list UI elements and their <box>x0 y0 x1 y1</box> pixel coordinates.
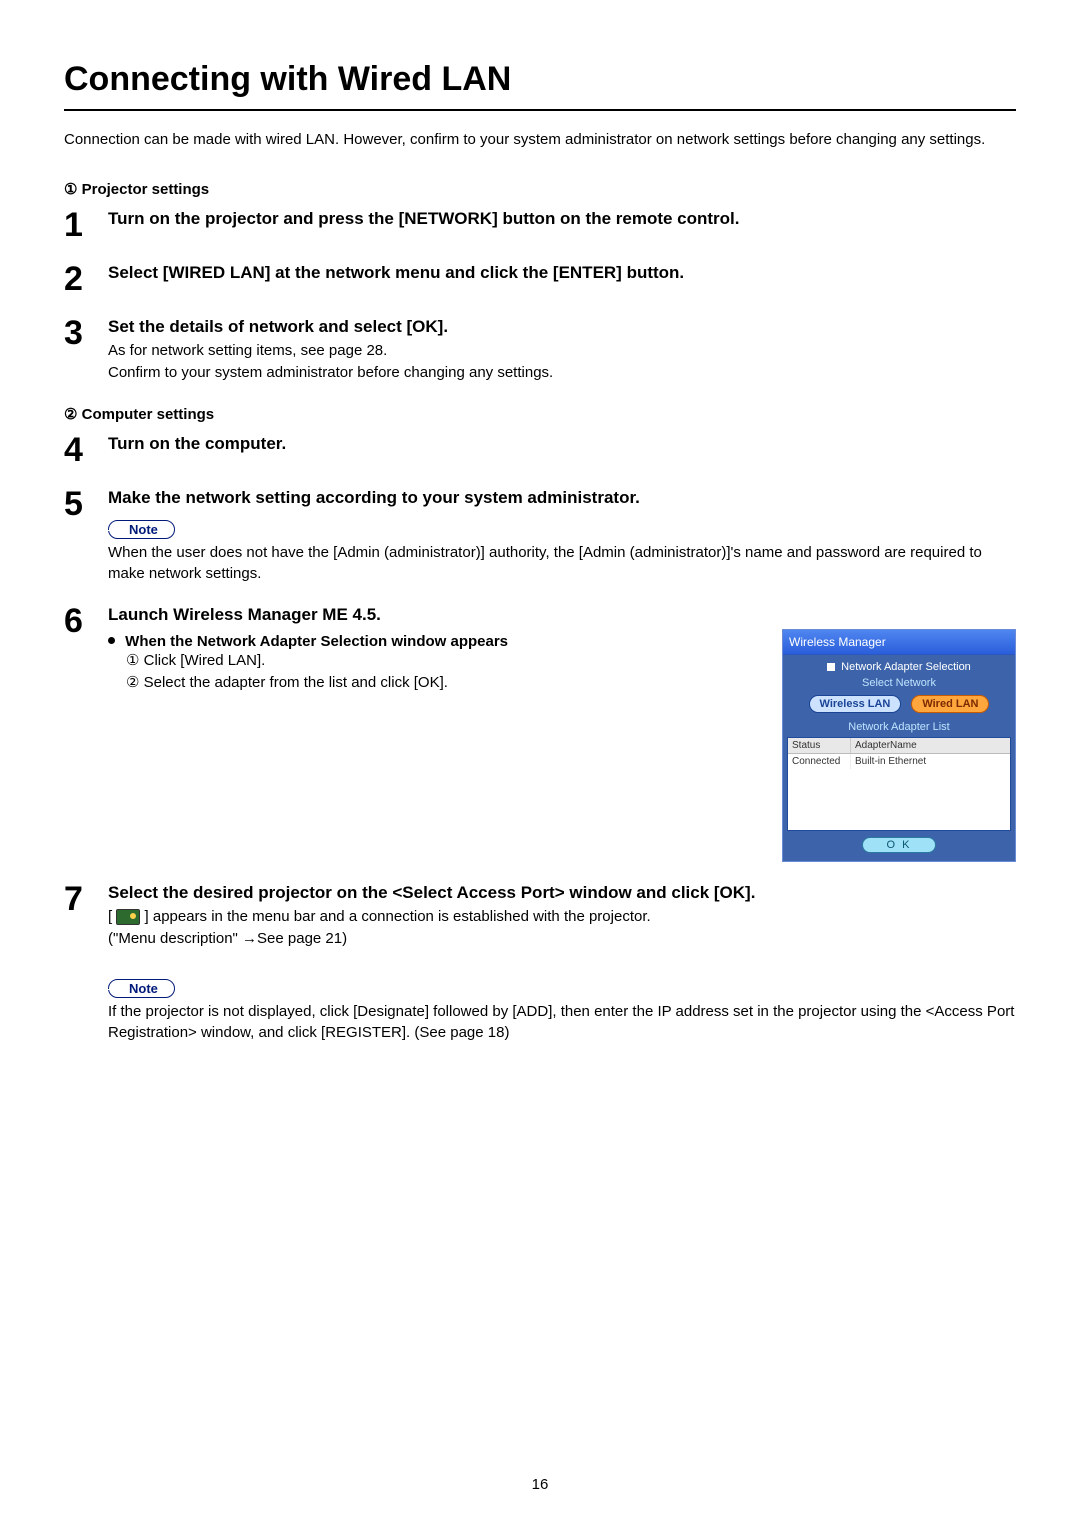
step-number: 5 <box>64 485 108 521</box>
sub-list-item: ② Select the adapter from the list and c… <box>126 672 762 695</box>
ok-row: O K <box>787 831 1011 857</box>
cell-adapter-name: Built-in Ethernet <box>851 754 1010 769</box>
inline-text: ] appears in the menu bar and a connecti… <box>145 908 651 925</box>
step-subtext: Confirm to your system administrator bef… <box>108 363 1016 383</box>
step-heading: Select [WIRED LAN] at the network menu a… <box>108 262 1016 285</box>
step-heading: Make the network setting according to yo… <box>108 487 1016 510</box>
table-header: Status AdapterName <box>788 738 1010 754</box>
step-number: 6 <box>64 602 108 638</box>
page-title: Connecting with Wired LAN <box>64 60 1016 111</box>
cell-status: Connected <box>788 754 851 769</box>
square-icon <box>827 663 835 671</box>
step-subtext: As for network setting items, see page 2… <box>108 341 1016 361</box>
col-adapter-name: AdapterName <box>851 738 1010 753</box>
step-body: Launch Wireless Manager ME 4.5. When the… <box>108 602 1016 862</box>
note-text: When the user does not have the [Admin (… <box>108 543 1016 584</box>
step-body: Make the network setting according to yo… <box>108 485 1016 583</box>
step-number: 1 <box>64 206 108 242</box>
tab-wired-lan[interactable]: Wired LAN <box>911 695 989 713</box>
step-5: 5 Make the network setting according to … <box>64 485 1016 583</box>
window-header-text: Network Adapter Selection <box>841 661 971 673</box>
step-6: 6 Launch Wireless Manager ME 4.5. When t… <box>64 602 1016 862</box>
window-titlebar: Wireless Manager <box>783 630 1015 655</box>
step-number: 4 <box>64 431 108 467</box>
step-number: 7 <box>64 880 108 916</box>
step-body: Select the desired projector on the <Sel… <box>108 880 1016 1043</box>
adapter-list-label: Network Adapter List <box>787 719 1011 737</box>
step-heading: Launch Wireless Manager ME 4.5. <box>108 604 1016 627</box>
wireless-manager-window: Wireless Manager Network Adapter Selecti… <box>782 629 1016 862</box>
intro-text: Connection can be made with wired LAN. H… <box>64 129 1016 150</box>
section-computer-settings: ② Computer settings <box>64 405 1016 423</box>
section-projector-settings: ① Projector settings <box>64 180 1016 198</box>
col-status: Status <box>788 738 851 753</box>
sub-list: ① Click [Wired LAN]. ② Select the adapte… <box>126 650 762 695</box>
step-7: 7 Select the desired projector on the <S… <box>64 880 1016 1043</box>
step-number: 2 <box>64 260 108 296</box>
note-label: Note <box>108 979 175 998</box>
page-number: 16 <box>0 1476 1080 1493</box>
note-text: If the projector is not displayed, click… <box>108 1002 1016 1043</box>
select-network-label: Select Network <box>787 677 1011 693</box>
bullet-icon <box>108 637 115 644</box>
step-heading: Turn on the projector and press the [NET… <box>108 208 1016 231</box>
table-row[interactable]: Connected Built-in Ethernet <box>788 754 1010 769</box>
sub-list-item: ① Click [Wired LAN]. <box>126 650 762 673</box>
bullet-heading-text: When the Network Adapter Selection windo… <box>125 633 508 650</box>
step6-left: When the Network Adapter Selection windo… <box>108 627 762 862</box>
tab-wireless-lan[interactable]: Wireless LAN <box>809 695 902 713</box>
step-number: 3 <box>64 314 108 350</box>
step-subtext: [ ] appears in the menu bar and a connec… <box>108 907 1016 927</box>
bullet-heading: When the Network Adapter Selection windo… <box>108 633 762 650</box>
step-body: Turn on the projector and press the [NET… <box>108 206 1016 231</box>
step-3: 3 Set the details of network and select … <box>64 314 1016 383</box>
ok-button[interactable]: O K <box>862 837 937 853</box>
step-2: 2 Select [WIRED LAN] at the network menu… <box>64 260 1016 296</box>
window-header-row: Network Adapter Selection <box>787 659 1011 677</box>
menubar-connection-icon <box>116 909 140 925</box>
step-heading: Set the details of network and select [O… <box>108 316 1016 339</box>
step6-columns: When the Network Adapter Selection windo… <box>108 627 1016 862</box>
step-body: Select [WIRED LAN] at the network menu a… <box>108 260 1016 285</box>
network-tabs: Wireless LAN Wired LAN <box>787 693 1011 719</box>
inline-text: [ <box>108 908 112 925</box>
window-body: Network Adapter Selection Select Network… <box>783 655 1015 861</box>
step-body: Turn on the computer. <box>108 431 1016 456</box>
note-label: Note <box>108 520 175 539</box>
step-1: 1 Turn on the projector and press the [N… <box>64 206 1016 242</box>
page: Connecting with Wired LAN Connection can… <box>0 0 1080 1527</box>
step-heading: Turn on the computer. <box>108 433 1016 456</box>
adapter-table: Status AdapterName Connected Built-in Et… <box>787 737 1011 831</box>
step-body: Set the details of network and select [O… <box>108 314 1016 383</box>
step-4: 4 Turn on the computer. <box>64 431 1016 467</box>
step-subtext: ("Menu description" →See page 21) <box>108 929 1016 949</box>
step-heading: Select the desired projector on the <Sel… <box>108 882 1016 905</box>
